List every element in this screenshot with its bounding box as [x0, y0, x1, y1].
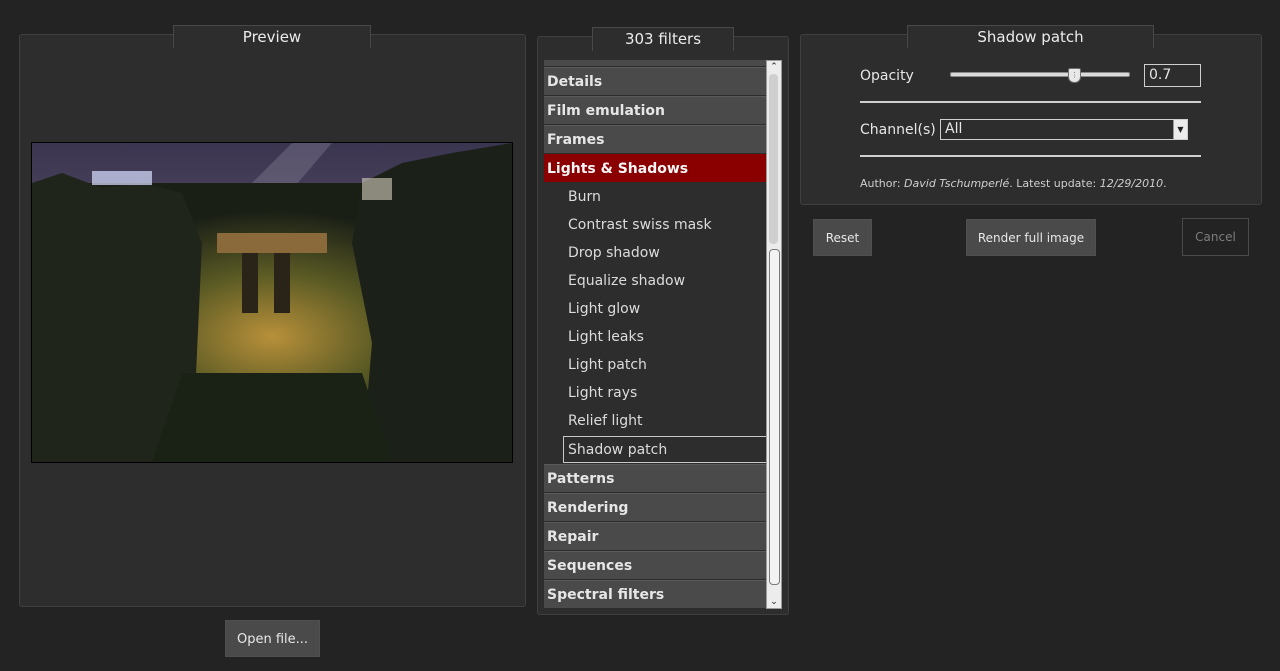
opacity-slider[interactable]: ⋮ [950, 68, 1130, 83]
scroll-track[interactable] [769, 74, 778, 244]
dropdown-arrow-icon[interactable]: ▼ [1173, 120, 1187, 139]
preview-image [31, 142, 513, 463]
opacity-value-field[interactable]: 0.7 [1144, 64, 1201, 87]
preview-title: Preview [173, 25, 371, 48]
reset-button[interactable]: Reset [813, 219, 872, 256]
filter-item[interactable]: Drop shadow [544, 239, 767, 267]
chevron-down-icon[interactable]: ⌄ [767, 596, 781, 608]
open-file-button[interactable]: Open file... [225, 620, 320, 657]
filter-list-scrollbar[interactable]: ⌃ ⌄ [766, 60, 782, 609]
filter-category[interactable]: Repair [544, 522, 767, 550]
separator [860, 101, 1201, 103]
update-prefix: . Latest update: [1009, 177, 1100, 190]
cancel-button[interactable]: Cancel [1182, 218, 1249, 256]
update-suffix: . [1163, 177, 1167, 190]
filter-item[interactable]: Light patch [544, 351, 767, 379]
opacity-slider-thumb[interactable]: ⋮ [1068, 68, 1081, 83]
update-date: 12/29/2010 [1099, 177, 1164, 190]
filter-item[interactable]: Light leaks [544, 323, 767, 351]
filter-category[interactable]: Frames [544, 125, 767, 153]
separator [860, 155, 1201, 157]
scroll-thumb[interactable] [769, 249, 780, 585]
filter-item[interactable]: Burn [544, 183, 767, 211]
author-info: Author: David Tschumperlé. Latest update… [860, 177, 1167, 190]
filters-count-title: 303 filters [592, 27, 734, 51]
filter-item[interactable]: Equalize shadow [544, 267, 767, 295]
opacity-label: Opacity [860, 68, 914, 84]
filter-item[interactable]: Light rays [544, 379, 767, 407]
filter-category[interactable]: Spectral filters [544, 580, 767, 608]
filter-tree[interactable]: Details Film emulation Frames Lights & Shad… [544, 60, 767, 609]
author-prefix: Author: [860, 177, 905, 190]
filter-item[interactable]: Shadow patch [563, 436, 767, 463]
filter-settings-title: Shadow patch [907, 25, 1154, 48]
channel-label: Channel(s) [860, 122, 936, 138]
filter-category[interactable]: Rendering [544, 493, 767, 521]
channel-select-value: All [945, 121, 963, 137]
render-full-image-button[interactable]: Render full image [966, 219, 1096, 256]
chevron-up-icon[interactable]: ⌃ [767, 61, 781, 73]
filter-category[interactable]: Details [544, 67, 767, 95]
author-name: David Tschumperlé [904, 177, 1010, 190]
filter-category[interactable]: Sequences [544, 551, 767, 579]
filter-category[interactable]: Lights & Shadows [544, 154, 767, 182]
filter-item[interactable]: Light glow [544, 295, 767, 323]
channel-select[interactable]: All ▼ [940, 119, 1188, 140]
filter-item[interactable]: Relief light [544, 407, 767, 435]
filter-item[interactable]: Contrast swiss mask [544, 211, 767, 239]
filter-category[interactable]: Patterns [544, 464, 767, 492]
filter-category[interactable]: Film emulation [544, 96, 767, 124]
filter-category-clipped[interactable] [544, 60, 767, 66]
